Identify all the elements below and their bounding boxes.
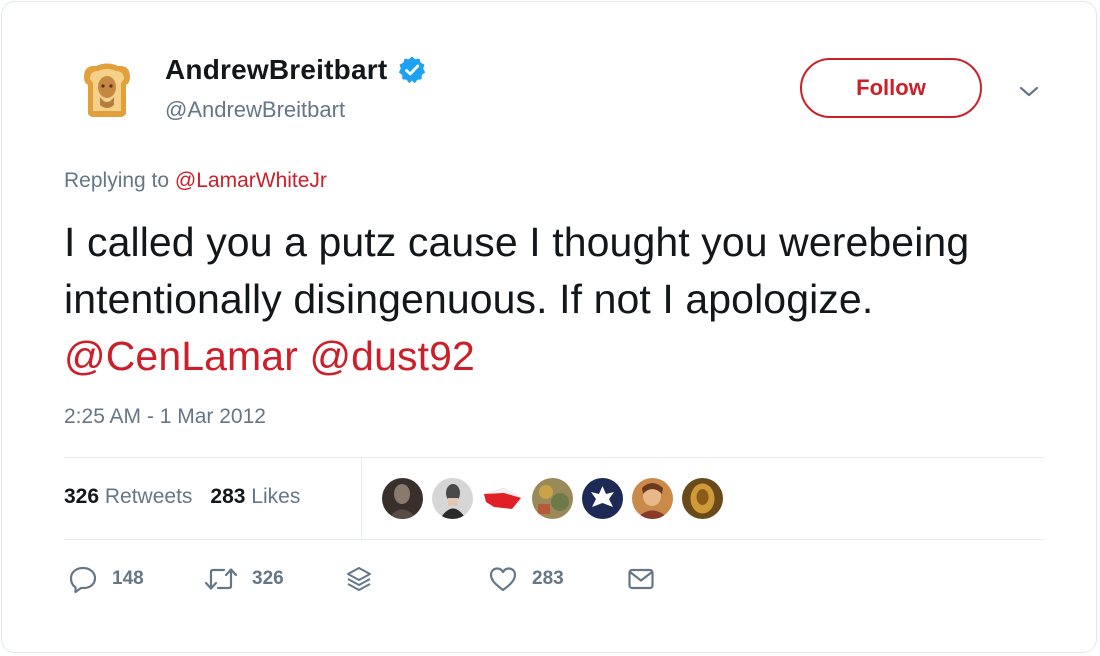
liker-avatar[interactable] bbox=[382, 478, 423, 519]
liker-avatar[interactable] bbox=[532, 478, 573, 519]
retweet-count: 326 bbox=[252, 568, 284, 589]
author-display-name[interactable]: AndrewBreitbart bbox=[165, 54, 387, 86]
liker-avatar[interactable] bbox=[482, 478, 523, 519]
chevron-down-icon[interactable] bbox=[1016, 80, 1042, 102]
liker-avatar[interactable] bbox=[682, 478, 723, 519]
author-handle[interactable]: @AndrewBreitbart bbox=[165, 97, 345, 123]
follow-button[interactable]: Follow bbox=[800, 58, 982, 118]
like-action[interactable]: 283 bbox=[488, 564, 564, 594]
retweets-stat[interactable]: 326 Retweets bbox=[64, 485, 192, 509]
retweets-label: Retweets bbox=[99, 485, 193, 508]
reply-action[interactable]: 148 bbox=[68, 564, 144, 594]
tweet-body: I called you a putz cause I thought you … bbox=[64, 219, 970, 322]
verified-icon bbox=[397, 55, 427, 85]
retweet-action[interactable]: 326 bbox=[204, 564, 284, 594]
tweet-separator bbox=[298, 333, 310, 379]
replying-to-prefix: Replying to bbox=[64, 169, 175, 192]
reply-count: 148 bbox=[112, 568, 144, 589]
reply-icon bbox=[68, 564, 98, 594]
author-name-row: AndrewBreitbart bbox=[165, 54, 427, 86]
tweet-text: I called you a putz cause I thought you … bbox=[64, 214, 1054, 385]
divider bbox=[64, 539, 1044, 540]
likes-count: 283 bbox=[210, 485, 246, 508]
retweets-count: 326 bbox=[64, 485, 100, 508]
mention-link-cenlamar[interactable]: @CenLamar bbox=[64, 333, 298, 379]
tweet-stats: 326 Retweets 283 Likes bbox=[64, 485, 300, 509]
mention-link-dust92[interactable]: @dust92 bbox=[309, 333, 474, 379]
likes-stat[interactable]: 283 Likes bbox=[210, 485, 300, 509]
divider-vertical bbox=[361, 458, 362, 539]
replying-to: Replying to @LamarWhiteJr bbox=[64, 169, 327, 193]
like-count: 283 bbox=[532, 568, 564, 589]
reply-mention-link[interactable]: @LamarWhiteJr bbox=[175, 169, 327, 192]
tweet-timestamp[interactable]: 2:25 AM - 1 Mar 2012 bbox=[64, 405, 266, 429]
liker-avatar[interactable] bbox=[632, 478, 673, 519]
heart-icon bbox=[488, 564, 518, 594]
retweet-icon bbox=[204, 564, 238, 594]
likes-label: Likes bbox=[245, 485, 301, 508]
tweet-card: AndrewBreitbart @AndrewBreitbart Follow … bbox=[1, 1, 1097, 653]
stack-icon bbox=[344, 564, 374, 594]
liker-avatars bbox=[382, 478, 723, 519]
direct-message-action[interactable] bbox=[626, 564, 656, 594]
liker-avatar[interactable] bbox=[432, 478, 473, 519]
liker-avatar[interactable] bbox=[582, 478, 623, 519]
author-avatar[interactable] bbox=[76, 59, 138, 121]
divider bbox=[64, 457, 1044, 458]
share-stack-action[interactable] bbox=[344, 564, 374, 594]
mail-icon bbox=[626, 564, 656, 594]
